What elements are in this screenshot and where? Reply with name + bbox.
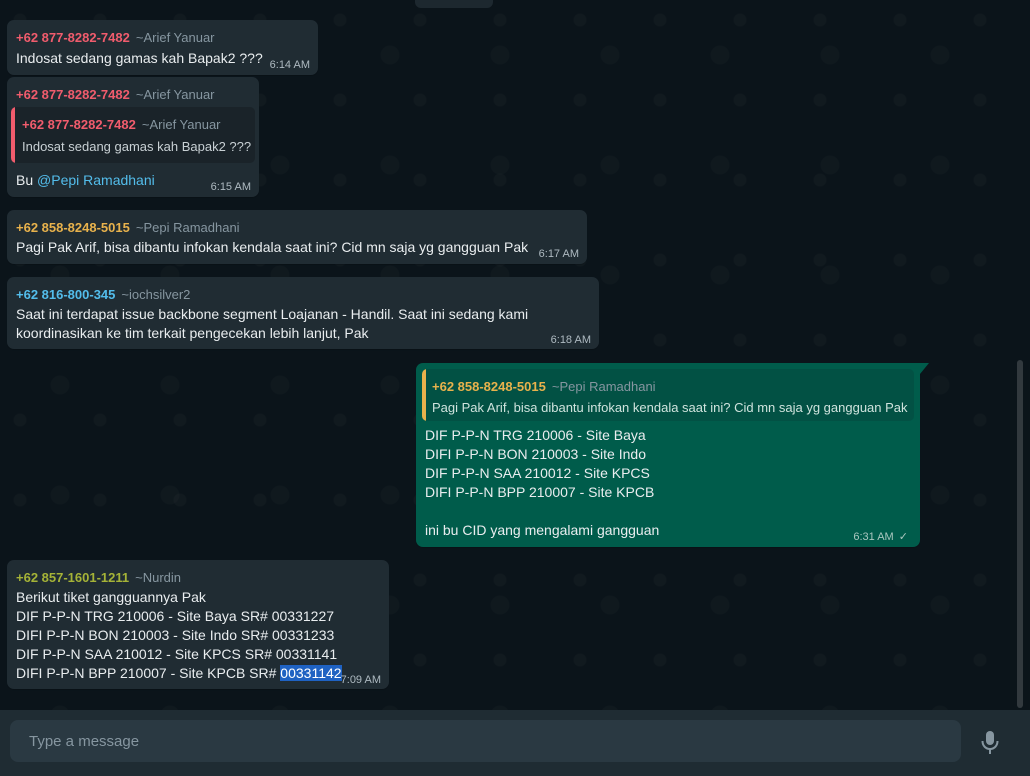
outgoing-message-bubble[interactable]: +62 858-8248-5015 ~Pepi Ramadhani Pagi Pa… xyxy=(416,363,920,547)
message-text-line: DIF P-P-N TRG 210006 - Site Baya SR# 003… xyxy=(16,608,335,624)
composer-footer xyxy=(0,710,1030,776)
message-text-line: DIFI P-P-N BON 210003 - Site Indo xyxy=(425,446,646,462)
quote-phone: +62 877-8282-7482 xyxy=(22,117,136,132)
sender-name: ~iochsilver2 xyxy=(121,287,191,302)
message-bubble[interactable]: +62 877-8282-7482 ~Arief Yanuar Indosat s… xyxy=(7,20,318,75)
message-text-prefix: Bu xyxy=(16,172,38,188)
message-time: 6:31 AM ✓ xyxy=(853,530,908,543)
quote-sender: +62 858-8248-5015 ~Pepi Ramadhani xyxy=(432,379,656,394)
quote-text: Indosat sedang gamas kah Bapak2 ??? xyxy=(22,139,252,154)
sender-name: ~Nurdin xyxy=(135,570,182,585)
message-text-line: DIF P-P-N SAA 210012 - Site KPCS xyxy=(425,465,650,481)
sender-name: ~Arief Yanuar xyxy=(135,30,215,45)
scroll-stub xyxy=(415,0,493,8)
message-text-line: DIFI P-P-N BPP 210007 - Site KPCB xyxy=(425,484,655,500)
message-bubble[interactable]: +62 816-800-345 ~iochsilver2 Saat ini ter… xyxy=(7,277,599,349)
message-text-line: DIF P-P-N TRG 210006 - Site Baya xyxy=(425,427,646,443)
message-input[interactable] xyxy=(27,731,961,751)
quote-phone: +62 858-8248-5015 xyxy=(432,379,546,394)
sent-check-icon: ✓ xyxy=(898,531,908,543)
quote-name: ~Pepi Ramadhani xyxy=(551,379,656,394)
sender: +62 858-8248-5015 ~Pepi Ramadhani xyxy=(16,220,240,235)
bubble-tail xyxy=(920,363,929,374)
message-time: 7:09 AM xyxy=(340,674,381,686)
chat-area: +62 877-8282-7482 ~Arief Yanuar Indosat s… xyxy=(0,0,1030,710)
mention-link[interactable]: @Pepi Ramadhani xyxy=(37,172,155,188)
message-text-line: Berikut tiket gangguannya Pak xyxy=(16,589,206,605)
quoted-message[interactable]: +62 858-8248-5015 ~Pepi Ramadhani Pagi Pa… xyxy=(422,369,914,421)
quote-name: ~Arief Yanuar xyxy=(141,117,221,132)
message-time: 6:17 AM xyxy=(538,248,579,260)
message-text-line: DIF P-P-N SAA 210012 - Site KPCS SR# 003… xyxy=(16,646,338,662)
message-time-value: 6:31 AM xyxy=(853,531,894,543)
message-text: Bu @Pepi Ramadhani xyxy=(16,171,155,190)
message-bubble[interactable]: +62 857-1601-1211 ~Nurdin Berikut tiket g… xyxy=(7,560,389,689)
sender-name: ~Pepi Ramadhani xyxy=(135,220,240,235)
message-text: Pagi Pak Arif, bisa dibantu infokan kend… xyxy=(16,239,529,255)
sender-phone[interactable]: +62 816-800-345 xyxy=(16,287,115,302)
message-time: 6:14 AM xyxy=(269,59,310,71)
sender-phone[interactable]: +62 877-8282-7482 xyxy=(16,87,130,102)
sender: +62 877-8282-7482 ~Arief Yanuar xyxy=(16,30,215,45)
message-text-line: DIFI P-P-N BON 210003 - Site Indo SR# 00… xyxy=(16,627,335,643)
message-text-line: Saat ini terdapat issue backbone segment… xyxy=(16,306,529,322)
sender-phone[interactable]: +62 857-1601-1211 xyxy=(16,570,129,585)
quote-sender: +62 877-8282-7482 ~Arief Yanuar xyxy=(22,117,221,132)
sender-phone[interactable]: +62 858-8248-5015 xyxy=(16,220,130,235)
message-text-line: koordinasikan ke tim terkait pengecekan … xyxy=(16,325,369,341)
message-text-line: DIFI P-P-N BPP 210007 - Site KPCB SR# 00… xyxy=(16,664,342,683)
message-text-line: ini bu CID yang mengalami gangguan xyxy=(425,522,660,538)
sender-phone[interactable]: +62 877-8282-7482 xyxy=(16,30,130,45)
message-bubble[interactable]: +62 858-8248-5015 ~Pepi Ramadhani Pagi Pa… xyxy=(7,210,587,264)
chat-scrollbar[interactable] xyxy=(1017,360,1023,708)
message-bubble[interactable]: +62 877-8282-7482 ~Arief Yanuar +62 877-8… xyxy=(7,77,259,197)
selected-text[interactable]: 00331142 xyxy=(280,665,342,681)
sender: +62 857-1601-1211 ~Nurdin xyxy=(16,570,181,585)
sender-name: ~Arief Yanuar xyxy=(135,87,215,102)
message-text-prefix: DIFI P-P-N BPP 210007 - Site KPCB SR# xyxy=(16,665,281,681)
quoted-message[interactable]: +62 877-8282-7482 ~Arief Yanuar Indosat s… xyxy=(11,107,255,163)
sender: +62 816-800-345 ~iochsilver2 xyxy=(16,287,190,302)
message-time: 6:18 AM xyxy=(550,334,591,346)
message-time: 6:15 AM xyxy=(210,181,251,193)
message-input-box[interactable] xyxy=(10,720,961,762)
message-text: Indosat sedang gamas kah Bapak2 ??? xyxy=(16,50,263,66)
sender: +62 877-8282-7482 ~Arief Yanuar xyxy=(16,87,215,102)
quote-text: Pagi Pak Arif, bisa dibantu infokan kend… xyxy=(432,400,908,415)
microphone-icon[interactable] xyxy=(978,728,1002,756)
